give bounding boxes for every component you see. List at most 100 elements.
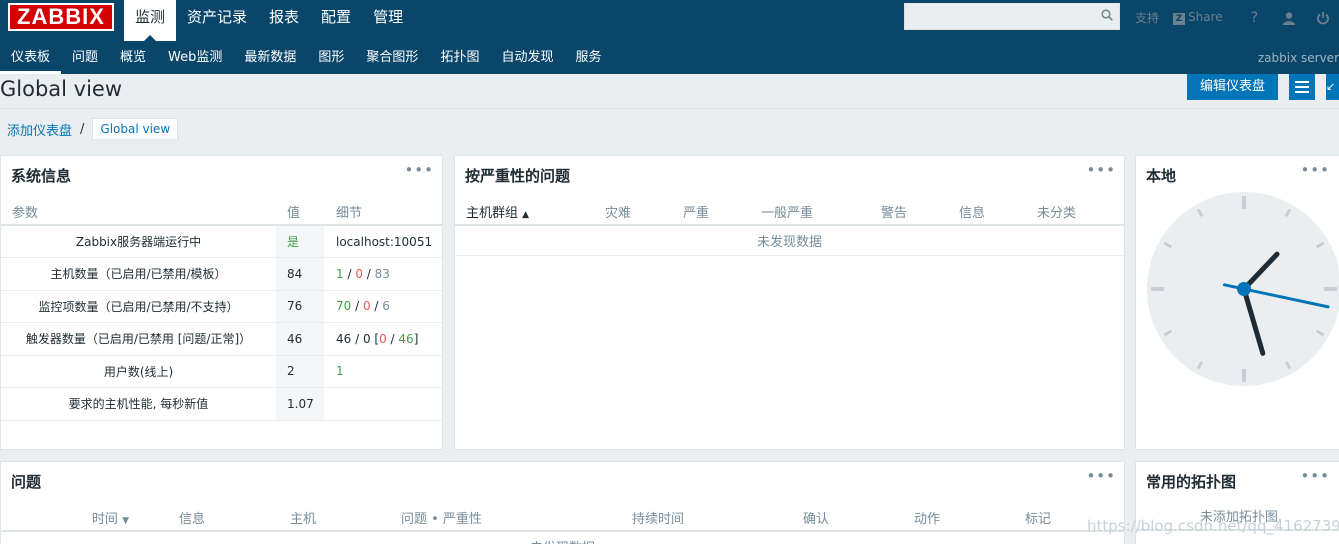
- sub-menu-web[interactable]: Web监测: [157, 41, 233, 74]
- widget-menu-icon[interactable]: •••: [1086, 161, 1116, 179]
- clock-center: [1237, 282, 1251, 296]
- sub-menu-discovery[interactable]: 自动发现: [490, 41, 564, 74]
- widget-menu-icon[interactable]: •••: [1086, 467, 1116, 485]
- column-header: 主机: [290, 504, 401, 532]
- param-cell: Zabbix服务器端运行中: [1, 225, 276, 258]
- time-label: 时间: [91, 511, 118, 527]
- details-cell: localhost:10051: [324, 225, 442, 258]
- main-menu-monitoring[interactable]: 监测: [124, 0, 177, 41]
- question-icon[interactable]: ?: [1251, 10, 1258, 26]
- main-menu: 监测 资产记录 报表 配置 管理: [124, 0, 414, 41]
- main-menu-configuration[interactable]: 配置: [310, 0, 362, 41]
- share-link[interactable]: Z Share: [1173, 10, 1223, 25]
- hamburger-icon[interactable]: [1289, 74, 1315, 100]
- details-cell: 46 / 0 [0 / 46]: [324, 322, 442, 356]
- sub-menu-screens[interactable]: 聚合图形: [355, 41, 429, 74]
- breadcrumb-current[interactable]: Global view: [92, 118, 179, 140]
- column-header-sort[interactable]: 主机群组 ▲: [455, 198, 594, 226]
- column-header: 动作: [914, 504, 1025, 532]
- column-header: 信息: [948, 198, 1026, 226]
- column-header: 信息: [179, 504, 290, 532]
- online-count: 1: [336, 364, 344, 379]
- widget-menu-icon[interactable]: •••: [404, 161, 434, 179]
- no-data-message: 未发现数据: [455, 225, 1124, 256]
- problem-count: 0: [379, 331, 387, 346]
- column-header: 持续时间: [632, 504, 803, 532]
- details-cell: 1: [324, 355, 442, 388]
- system-info-widget: 系统信息 ••• 参数 值 细节 Zabbix服务器端运行中 是 localho…: [0, 155, 443, 450]
- table-row: 用户数(线上) 2 1: [1, 355, 442, 388]
- user-icon[interactable]: [1282, 11, 1296, 25]
- param-cell: 用户数(线上): [1, 355, 276, 388]
- power-icon[interactable]: [1316, 11, 1330, 25]
- support-link[interactable]: 支持: [1135, 9, 1159, 26]
- sort-desc-icon: ▼: [122, 515, 129, 526]
- ok-count: 46: [398, 331, 414, 346]
- sub-menu-problems[interactable]: 问题: [61, 41, 109, 74]
- template-count: 83: [374, 266, 390, 281]
- page-header: Global view 编辑仪表盘 ↙: [0, 74, 1339, 109]
- sub-menu-dashboard[interactable]: 仪表板: [0, 41, 62, 74]
- column-header: 参数: [1, 198, 276, 226]
- param-cell: 监控项数量（已启用/已禁用/不支持）: [1, 290, 276, 323]
- host-group-label: 主机群组: [466, 205, 519, 221]
- sub-menu-maps[interactable]: 拓扑图: [429, 41, 490, 74]
- enabled-count: 70: [336, 299, 352, 314]
- sub-menu: 仪表板 问题 概览 Web监测 最新数据 图形 聚合图形 拓扑图 自动发现 服务: [0, 41, 612, 74]
- column-header: 细节: [324, 198, 442, 226]
- widget-title: 系统信息: [11, 167, 72, 185]
- table-row: Zabbix服务器端运行中 是 localhost:10051: [1, 225, 442, 258]
- column-header: 一般严重: [750, 198, 870, 226]
- main-menu-administration[interactable]: 管理: [362, 0, 414, 41]
- value-cell: 84: [276, 257, 324, 291]
- value-cell: 76: [276, 290, 324, 323]
- column-header: 问题 • 严重性: [401, 504, 632, 532]
- fullscreen-icon[interactable]: ↙: [1326, 74, 1339, 100]
- unsupported-count: 6: [382, 299, 390, 314]
- main-menu-inventory[interactable]: 资产记录: [176, 0, 258, 41]
- main-menu-reports[interactable]: 报表: [258, 0, 310, 41]
- problems-by-severity-widget: 按严重性的问题 ••• 主机群组 ▲ 灾难 严重 一般严重 警告 信息 未分类 …: [454, 155, 1125, 450]
- value-cell: 1.07: [276, 387, 324, 421]
- disabled-count: 0: [362, 299, 371, 314]
- table-row: 主机数量（已启用/已禁用/模板） 84 1 / 0 / 83: [1, 257, 442, 291]
- breadcrumb-separator: /: [80, 121, 85, 137]
- sub-menu-bar: 仪表板 问题 概览 Web监测 最新数据 图形 聚合图形 拓扑图 自动发现 服务…: [0, 41, 1339, 74]
- column-header: 未分类: [1026, 198, 1124, 226]
- no-data-message: 未发现数据: [1, 531, 1124, 544]
- server-name: zabbix server: [1257, 51, 1339, 65]
- table-row: 要求的主机性能, 每秒新值 1.07: [1, 387, 442, 421]
- zabbix-logo[interactable]: ZABBIX: [8, 3, 114, 31]
- column-header: 灾难: [594, 198, 672, 226]
- search-icon[interactable]: [1101, 9, 1113, 21]
- sub-menu-graphs[interactable]: 图形: [307, 41, 355, 74]
- breadcrumb-add-dashboard[interactable]: 添加仪表盘: [7, 120, 72, 139]
- problems-table: 时间 ▼ 信息 主机 问题 • 严重性 持续时间 确认 动作 标记 未发现数据: [1, 504, 1124, 544]
- edit-dashboard-button[interactable]: 编辑仪表盘: [1187, 74, 1278, 100]
- sub-menu-overview[interactable]: 概览: [109, 41, 157, 74]
- widget-menu-icon[interactable]: •••: [1300, 467, 1330, 485]
- widget-title: 常用的拓扑图: [1146, 473, 1237, 491]
- share-label: Share: [1188, 10, 1223, 24]
- severity-table: 主机群组 ▲ 灾难 严重 一般严重 警告 信息 未分类 未发现数据: [455, 198, 1124, 256]
- param-cell: 触发器数量（已启用/已禁用 [问题/正常]）: [1, 322, 276, 356]
- param-cell: 主机数量（已启用/已禁用/模板）: [1, 257, 276, 291]
- widget-menu-icon[interactable]: •••: [1300, 161, 1330, 179]
- system-info-table: 参数 值 细节 Zabbix服务器端运行中 是 localhost:10051 …: [1, 198, 442, 421]
- enabled-count: 1: [336, 266, 344, 281]
- details-cell: 70 / 0 / 6: [324, 290, 442, 323]
- analog-clock: [1147, 192, 1339, 386]
- widget-title: 本地: [1146, 167, 1177, 185]
- enabled-count: 46: [336, 331, 352, 346]
- column-header: 严重: [672, 198, 750, 226]
- table-row: 触发器数量（已启用/已禁用 [问题/正常]） 46 46 / 0 [0 / 46…: [1, 322, 442, 356]
- column-header-sort[interactable]: 时间 ▼: [1, 504, 179, 532]
- sub-menu-services[interactable]: 服务: [564, 41, 612, 74]
- param-cell: 要求的主机性能, 每秒新值: [1, 387, 276, 421]
- search-input[interactable]: [904, 3, 1120, 30]
- share-icon: Z: [1173, 13, 1186, 25]
- disabled-count: 0: [355, 266, 363, 281]
- sub-menu-latest-data[interactable]: 最新数据: [233, 41, 307, 74]
- value-cell: 2: [276, 355, 324, 388]
- value-cell: 是: [276, 225, 324, 258]
